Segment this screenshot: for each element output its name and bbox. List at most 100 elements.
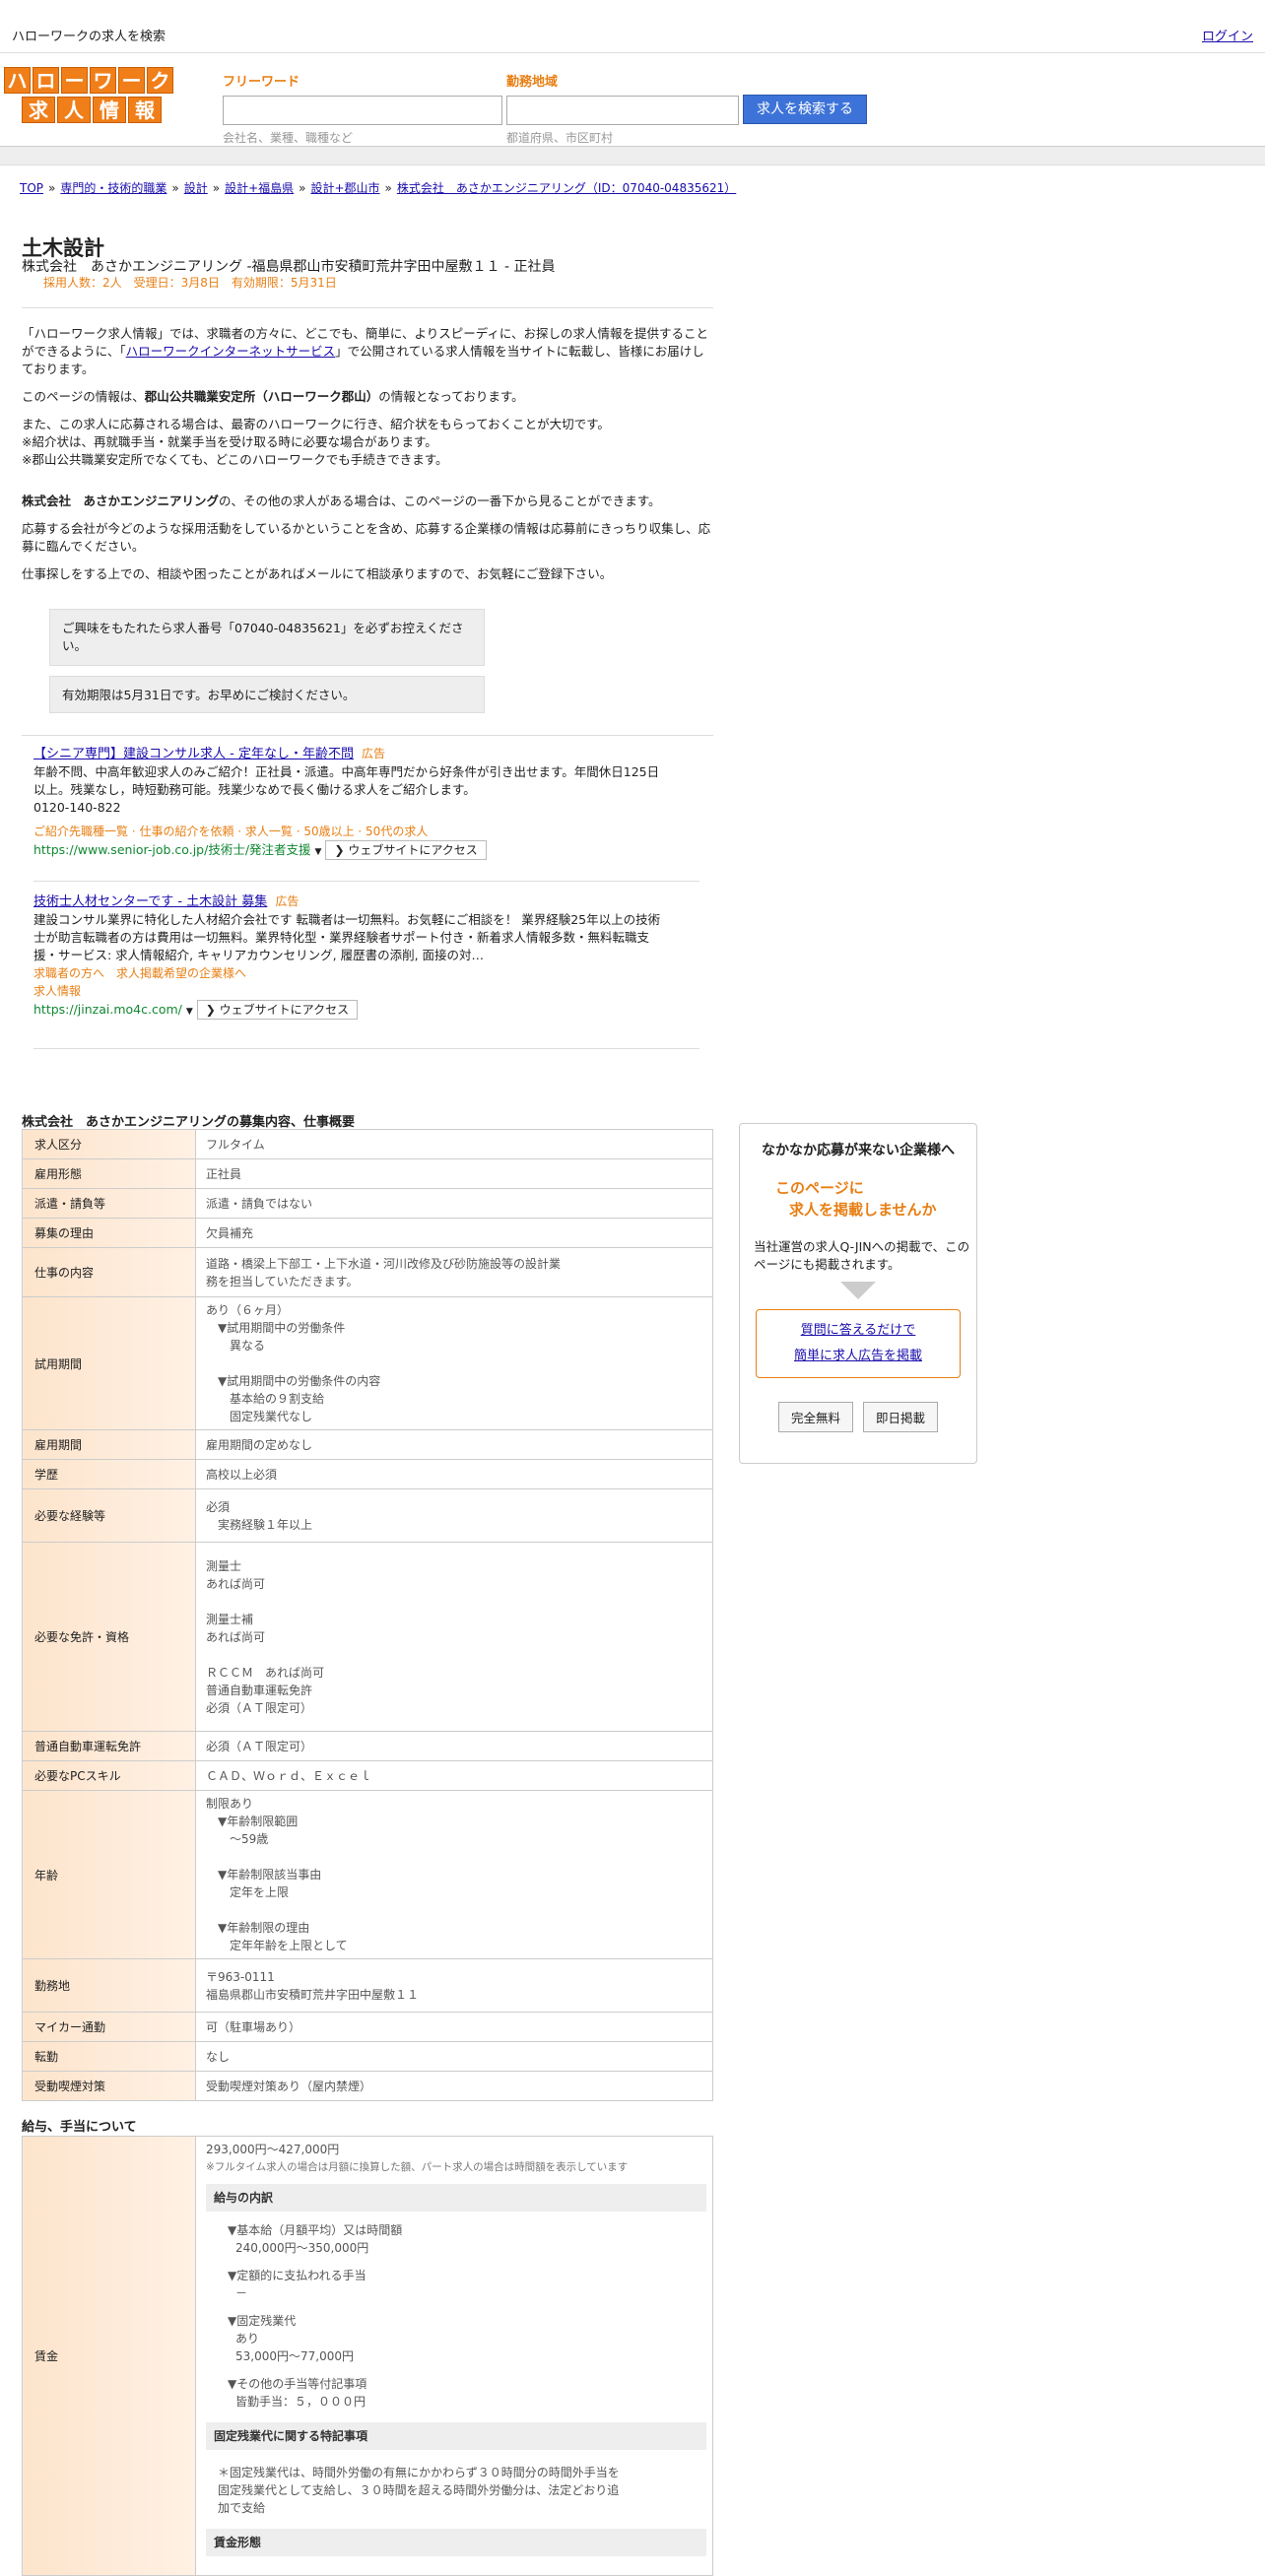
ad-phone[interactable]: 0120-140-822 [33, 799, 664, 817]
breadcrumb-link[interactable]: 設計+福島県 [225, 181, 294, 195]
other-jobs-paragraph: 株式会社 あさかエンジニアリングの、その他の求人がある場合は、このページの一番下… [22, 493, 711, 510]
table-row: マイカー通勤 可（駐車場あり） [22, 2012, 713, 2042]
expiry-note: 有効期限は5月31日です。お早めにご検討ください。 [49, 676, 485, 713]
row-value: 必須 実務経験１年以上 [195, 1488, 713, 1543]
promo-link-post[interactable]: 簡単に求人広告を掲載 [757, 1344, 960, 1369]
row-value: 制限あり ▼年齢制限範囲 〜59歳 ▼年齢制限該当事由 定年を上限 ▼年齢制限の… [195, 1790, 713, 1959]
row-label: 雇用形態 [22, 1158, 196, 1189]
other-allowance-label: ▼その他の手当等付記事項 [228, 2377, 367, 2391]
ad-description: 建設コンサル業界に特化した人材紹介会社です 転職者は一切無料。お気軽にご相談を！… [33, 912, 661, 962]
same-day-button[interactable]: 即日掲載 [863, 1402, 939, 1432]
company-name: 株式会社 あさかエンジニアリング [22, 494, 220, 508]
row-label: 学歴 [22, 1459, 196, 1489]
ad-badge: 広告 [275, 894, 300, 908]
ad-visit-button[interactable]: ❯ ウェブサイトにアクセス [325, 840, 487, 860]
table-row: 勤務地 〒963-0111 福島県郡山市安積町荒井字田中屋敷１１ [22, 1958, 713, 2013]
ad-badge: 広告 [361, 747, 385, 760]
breadcrumb-link[interactable]: 設計 [184, 181, 208, 195]
row-label: 募集の理由 [22, 1218, 196, 1248]
ad-url[interactable]: https://jinzai.mo4c.com/ [33, 1002, 182, 1017]
free-button[interactable]: 完全無料 [777, 1402, 853, 1432]
keyword-label: フリーワード [223, 75, 300, 90]
referral-text: また、この求人に応募される場合は、最寄のハローワークに行き、紹介状をもらっておく… [22, 417, 610, 431]
keyword-search: フリーワード 会社名、業種、職種など [223, 71, 502, 146]
row-value: 派遣・請負ではない [195, 1188, 713, 1219]
breadcrumb: TOP» 専門的・技術的職業» 設計» 設計+福島県» 設計+郡山市» 株式会社 あさかエ… [20, 181, 737, 195]
row-value: 受動喫煙対策あり（屋内禁煙） [195, 2071, 713, 2101]
office-name: 郡山公共職業安定所（ハローワーク郡山） [144, 389, 379, 404]
hellowork-logo[interactable]: ハ ロ ー ワ ー ク 求 人 情 報 [4, 67, 179, 124]
office-paragraph: このページの情報は、郡山公共職業安定所（ハローワーク郡山）の情報となっております… [22, 388, 711, 406]
hellowork-internet-link[interactable]: ハローワークインターネットサービス [126, 344, 336, 359]
ad-description: 年齢不問、中高年歓迎求人のみご紹介！正社員・派遣。中高年専門だから好条件が引き出… [33, 764, 660, 797]
salary-range: 293,000円〜427,000円 [206, 2143, 340, 2156]
referral-paragraph: また、この求人に応募される場合は、最寄のハローワークに行き、紹介状をもらっておく… [22, 416, 711, 469]
divider [33, 1048, 699, 1049]
office-text: このページの情報は、 [22, 389, 145, 404]
row-label: 転勤 [22, 2041, 196, 2072]
row-value: 測量士 あれば尚可 測量士補 あれば尚可 ＲＣＣＭ あれば尚可 普通自動車運転免… [195, 1542, 713, 1732]
salary-table: 賃金 293,000円〜427,000円 ※フルタイム求人の場合は月額に換算した… [22, 2136, 713, 2576]
row-value: 正社員 [195, 1158, 713, 1189]
logo-char: ロ [33, 67, 59, 94]
job-number-note: ご興味をもたれたら求人番号「07040-04835621」を必ずお控えください。 [49, 609, 485, 666]
salary-note: ※フルタイム求人の場合は月額に換算した額、パート求人の場合は時間額を表示していま… [206, 2161, 629, 2173]
row-label: 求人区分 [22, 1129, 196, 1159]
logo-char: ー [118, 67, 145, 94]
chevron-down-icon[interactable]: ▼ [186, 1007, 193, 1017]
search-button[interactable]: 求人を検索する [743, 95, 867, 124]
table-row: 雇用形態 正社員 [22, 1158, 713, 1189]
salary-value: 293,000円〜427,000円 ※フルタイム求人の場合は月額に換算した額、パ… [195, 2136, 713, 2576]
row-value: フルタイム [195, 1129, 713, 1159]
promo-title: なかなか応募が来ない企業様へ [762, 1143, 955, 1158]
ad-sublinks[interactable]: ご紹介先職種一覧 · 仕事の紹介を依頼 · 求人一覧 · 50歳以上 · 50代… [33, 823, 664, 840]
login-link[interactable]: ログイン [1202, 26, 1253, 44]
fixed-overtime-text: ＊固定残業代は、時間外労働の有無にかかわらず３０時間分の時間外手当を固定残業代と… [218, 2466, 620, 2515]
promo-catch-line: 求人を掲載しませんか [789, 1201, 937, 1219]
overtime-amount: 53,000円〜77,000円 [235, 2349, 354, 2363]
keyword-input[interactable] [223, 96, 502, 125]
breadcrumb-link[interactable]: TOP [20, 181, 43, 195]
table-row: 学歴 高校以上必須 [22, 1459, 713, 1489]
logo-char: ー [61, 67, 88, 94]
row-label: 年齢 [22, 1790, 196, 1959]
ad-visit-button[interactable]: ❯ ウェブサイトにアクセス [196, 1000, 359, 1020]
consult-paragraph: 仕事探しをする上での、相談や困ったことがあればメールにて相談承りますので、お気軽… [22, 566, 613, 581]
top-bar: ハローワークの求人を検索 ログイン [0, 0, 1265, 53]
row-label: 仕事の内容 [22, 1247, 196, 1297]
ad-sublinks[interactable]: 求人情報 [33, 982, 664, 1000]
chevron-down-icon[interactable]: ▼ [315, 847, 322, 857]
row-label: 必要な免許・資格 [22, 1542, 196, 1732]
row-value: 道路・橋梁上下部工・上下水道・河川改修及び砂防施設等の設計業 務を担当していただ… [195, 1247, 713, 1297]
logo-char: 求 [22, 97, 55, 123]
table-row: 雇用期間 雇用期間の定めなし [22, 1429, 713, 1460]
row-label: 必要なPCスキル [22, 1760, 196, 1791]
row-label: マイカー通勤 [22, 2012, 196, 2042]
breadcrumb-link[interactable]: 専門的・技術的職業 [60, 181, 166, 195]
salary-breakdown-title: 給与の内訳 [206, 2184, 706, 2212]
salary-heading: 給与、手当について [22, 2120, 137, 2135]
ad-title-link[interactable]: 【シニア専門】建設コンサル求人 - 定年なし・年齢不問 [33, 747, 354, 761]
keyword-hint: 会社名、業種、職種など [223, 131, 354, 145]
row-value: 高校以上必須 [195, 1459, 713, 1489]
promo-description: 当社運営の求人Q-JINへの掲載で、このページにも掲載されます。 [754, 1239, 970, 1272]
ad-title-link[interactable]: 技術士人材センターです - 土木設計 募集 [33, 894, 267, 909]
area-input[interactable] [506, 96, 739, 125]
breadcrumb-link[interactable]: 設計+郡山市 [310, 181, 379, 195]
overtime-label: ▼固定残業代 [228, 2314, 297, 2328]
row-value: ＣＡＤ、Ｗｏｒｄ、Ｅｘｃｅｌ [195, 1760, 713, 1791]
breadcrumb-link[interactable]: 株式会社 あさかエンジニアリング（ID：07040-04835621） [397, 181, 736, 195]
divider [22, 735, 713, 736]
base-pay-label: ▼基本給（月額平均）又は時間額 [228, 2223, 403, 2237]
logo-char: ハ [4, 67, 31, 94]
job-details-table: 求人区分 フルタイム 雇用形態 正社員 派遣・請負等 派遣・請負ではない 募集の理由 欠員補充… [22, 1129, 713, 2101]
job-company-line: 株式会社 あさかエンジニアリング -福島県郡山市安積町荒井字田中屋敷１１ - 正… [22, 259, 556, 275]
table-row: 必要なPCスキル ＣＡＤ、Ｗｏｒｄ、Ｅｘｃｅｌ [22, 1760, 713, 1791]
table-row: 受動喫煙対策 受動喫煙対策あり（屋内禁煙） [22, 2071, 713, 2101]
ad-sublinks[interactable]: 求職者の方へ 求人掲載希望の企業様へ [33, 964, 664, 982]
row-value: 可（駐車場あり） [195, 2012, 713, 2042]
section-heading: 株式会社 あさかエンジニアリングの募集内容、仕事概要 [22, 1115, 356, 1130]
promo-link-question[interactable]: 質問に答えるだけで [757, 1318, 960, 1344]
row-label: 雇用期間 [22, 1429, 196, 1460]
ad-url[interactable]: https://www.senior-job.co.jp/技術士/発注者支援 [33, 842, 311, 857]
